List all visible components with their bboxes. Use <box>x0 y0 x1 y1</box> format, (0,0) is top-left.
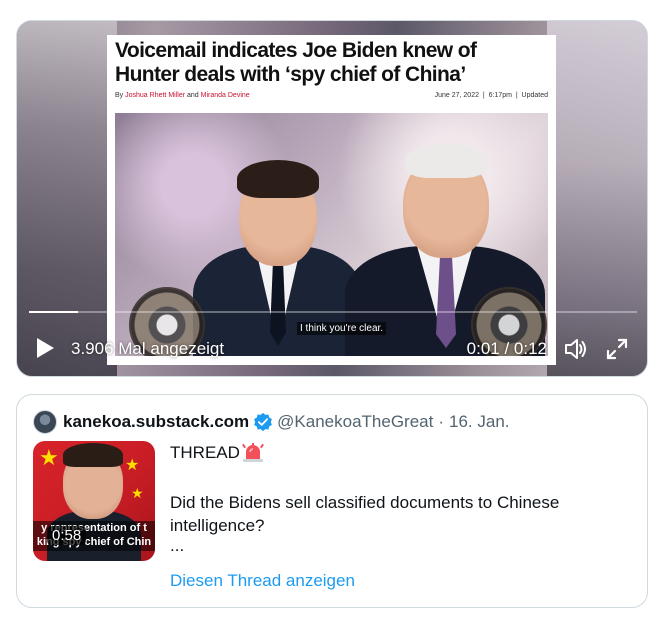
video-duration-badge: 0:58 <box>47 526 87 545</box>
show-thread-link[interactable]: Diesen Thread anzeigen <box>170 571 355 591</box>
author-1: Joshua Rhett Miller <box>125 92 186 99</box>
verified-badge-icon <box>254 412 273 432</box>
video-progress-fill <box>29 311 78 313</box>
tweet-date[interactable]: 16. Jan. <box>449 412 510 432</box>
star-icon: ★ <box>39 445 59 470</box>
view-count: 3.906 Mal angezeigt <box>71 339 225 358</box>
author-2: Miranda Devine <box>200 92 250 99</box>
article-byline: By Joshua Rhett Miller and Miranda Devin… <box>115 92 250 99</box>
article-headline: Voicemail indicates Joe Biden knew of Hu… <box>115 39 477 86</box>
play-icon[interactable] <box>35 337 55 359</box>
avatar[interactable] <box>33 410 57 434</box>
tweet-ellipsis: ... <box>170 536 185 555</box>
thread-title: THREAD <box>170 443 240 462</box>
video-blur-background-left <box>17 21 117 376</box>
video-player[interactable]: Voicemail indicates Joe Biden knew of Hu… <box>16 20 648 377</box>
quoted-tweet-header: kanekoa.substack.com @KanekoaTheGreat · … <box>33 409 510 435</box>
star-icon: ★ <box>131 485 144 501</box>
author-name[interactable]: kanekoa.substack.com <box>63 412 249 432</box>
media-thumbnail[interactable]: ★ ★ ★ y representation of t king spy chi… <box>33 441 155 561</box>
video-time: 0:01 / 0:12 <box>466 339 547 358</box>
star-icon: ★ <box>125 457 140 474</box>
siren-emoji-icon <box>241 442 264 462</box>
author-handle[interactable]: @KanekoaTheGreat <box>277 412 433 432</box>
fullscreen-icon[interactable] <box>605 337 629 361</box>
quoted-tweet[interactable]: kanekoa.substack.com @KanekoaTheGreat · … <box>16 394 648 608</box>
video-caption: I think you're clear. <box>297 322 387 335</box>
video-progress-bar[interactable] <box>29 311 637 313</box>
tweet-text: Did the Bidens sell classified documents… <box>170 493 560 535</box>
article-dateline: June 27, 2022 | 6:17pm | Updated <box>434 92 548 99</box>
separator-dot: · <box>438 412 445 431</box>
quoted-tweet-body: THREAD Did the Bidens sell classified do… <box>170 441 630 555</box>
video-frame-article: Voicemail indicates Joe Biden knew of Hu… <box>107 35 556 365</box>
volume-icon[interactable] <box>563 336 589 362</box>
article-photo: I think you're clear. <box>115 113 548 356</box>
video-blur-background-right <box>547 21 647 376</box>
